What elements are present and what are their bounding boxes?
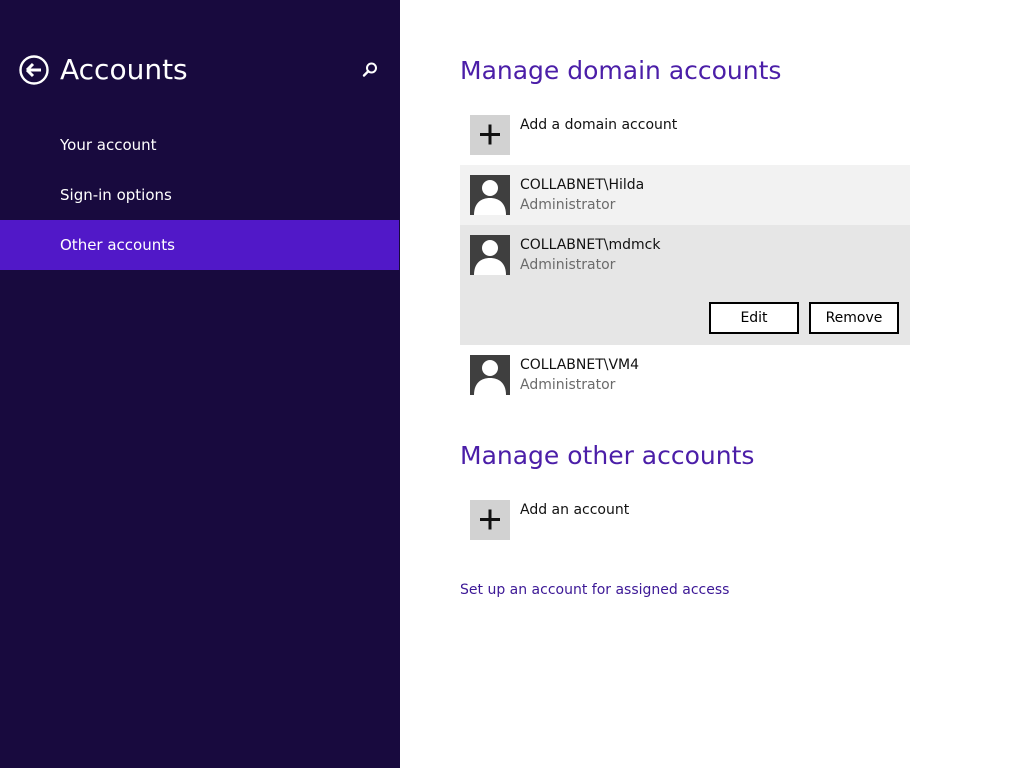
sidebar: Accounts Your account Sign-in options Ot… bbox=[0, 0, 400, 768]
add-domain-account-label: Add a domain account bbox=[520, 117, 678, 133]
sidebar-item-your-account[interactable]: Your account bbox=[0, 120, 400, 170]
account-row-vm4[interactable]: COLLABNET\VM4 Administrator bbox=[460, 345, 910, 405]
add-tile bbox=[470, 500, 510, 540]
account-name: COLLABNET\mdmck bbox=[520, 237, 661, 253]
user-avatar-icon bbox=[470, 235, 510, 275]
plus-icon bbox=[480, 124, 500, 145]
assigned-access-link[interactable]: Set up an account for assigned access bbox=[460, 580, 729, 600]
account-row-hilda[interactable]: COLLABNET\Hilda Administrator bbox=[460, 165, 910, 225]
settings-window: Accounts Your account Sign-in options Ot… bbox=[0, 0, 1024, 768]
add-tile bbox=[470, 115, 510, 155]
sidebar-item-other-accounts[interactable]: Other accounts bbox=[0, 220, 399, 270]
add-account-label: Add an account bbox=[520, 502, 630, 518]
user-avatar-icon bbox=[470, 175, 510, 215]
account-role: Administrator bbox=[520, 197, 616, 213]
account-row-mdmck[interactable]: COLLABNET\mdmck Administrator Edit Remov… bbox=[460, 225, 910, 345]
user-avatar-icon bbox=[470, 355, 510, 395]
page-title: Accounts bbox=[60, 53, 188, 86]
account-name: COLLABNET\VM4 bbox=[520, 357, 640, 373]
edit-button[interactable]: Edit bbox=[709, 302, 799, 334]
sidebar-item-sign-in-options[interactable]: Sign-in options bbox=[0, 170, 400, 220]
domain-accounts-heading: Manage domain accounts bbox=[460, 56, 782, 85]
main-content: Manage domain accounts Add a domain acco… bbox=[400, 0, 1024, 768]
remove-button[interactable]: Remove bbox=[809, 302, 899, 334]
back-arrow-icon[interactable] bbox=[19, 55, 49, 85]
plus-icon bbox=[480, 509, 500, 530]
other-accounts-heading: Manage other accounts bbox=[460, 441, 755, 470]
account-role: Administrator bbox=[520, 377, 616, 393]
account-name: COLLABNET\Hilda bbox=[520, 177, 645, 193]
account-role: Administrator bbox=[520, 257, 616, 273]
search-icon[interactable] bbox=[360, 60, 380, 80]
